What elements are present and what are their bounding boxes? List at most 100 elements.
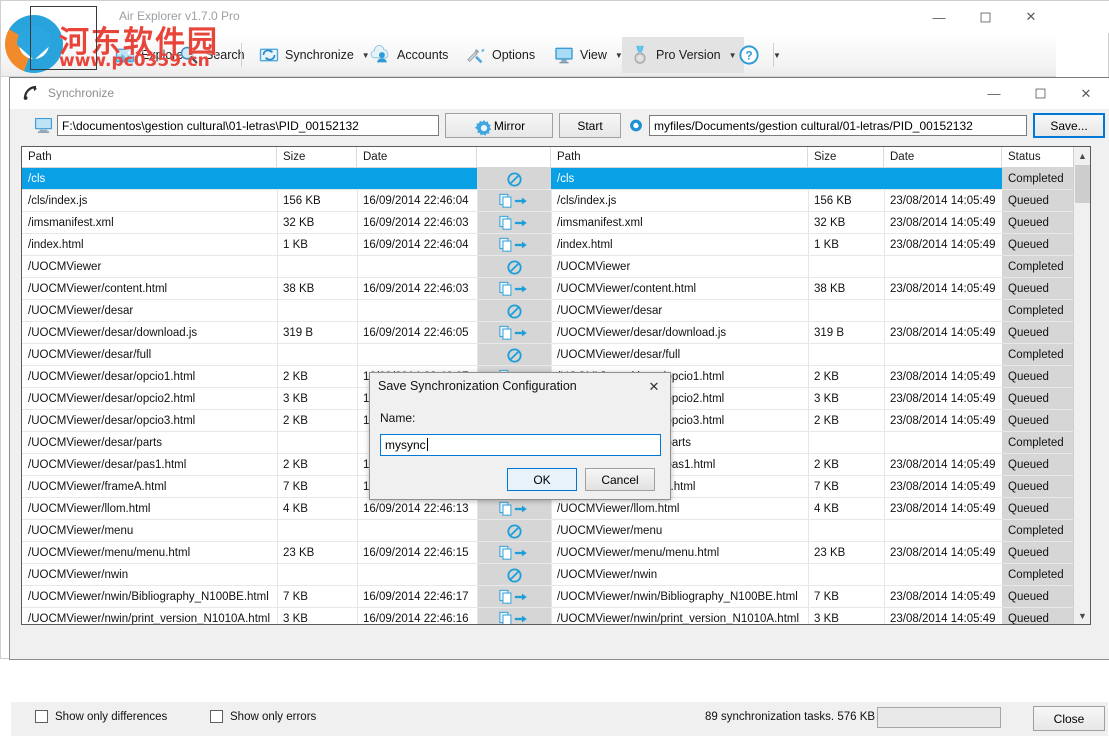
cell-left-size: 319 B [277,322,357,344]
close-button[interactable]: Close [1033,706,1105,731]
column-divider [357,586,358,608]
right-path-input[interactable]: myfiles/Documents/gestion cultural/01-le… [649,115,1027,136]
table-row[interactable]: /UOCMViewer/llom.html4 KB16/09/2014 22:4… [22,498,1073,520]
column-divider [551,234,552,256]
configuration-name-input[interactable]: mysync [380,434,661,456]
action-skip-icon[interactable] [477,344,551,366]
action-skip-icon[interactable] [477,300,551,322]
action-skip-icon[interactable] [477,564,551,586]
ribbon-button-view[interactable]: View ▼ [546,37,630,73]
action-copy-icon[interactable] [477,212,551,234]
action-copy-icon[interactable] [477,190,551,212]
action-copy-icon[interactable] [477,608,551,625]
block-icon [507,524,522,539]
table-row[interactable]: /index.html1 KB16/09/2014 22:46:04/index… [22,234,1073,256]
cell-right-date: 23/08/2014 14:05:49 [884,586,1002,608]
column-divider [808,564,809,586]
table-row[interactable]: /UOCMViewer/menu/menu.html23 KB16/09/201… [22,542,1073,564]
status-badge: Completed [1002,432,1073,454]
app-maximize-button[interactable] [962,1,1008,33]
left-path-input[interactable]: F:\documentos\gestion cultural\01-letras… [57,115,439,136]
table-row[interactable]: /UOCMViewer/nwin/UOCMViewer/nwinComplete… [22,564,1073,586]
column-divider [808,476,809,498]
dialog-ok-button[interactable]: OK [507,468,577,491]
show-only-errors-checkbox[interactable]: Show only errors [210,710,316,723]
action-copy-icon[interactable] [477,542,551,564]
scrollbar-thumb[interactable] [1075,165,1091,203]
column-divider [884,520,885,542]
column-header-action[interactable] [477,147,551,167]
cell-left-size: 156 KB [277,190,357,212]
medal-icon [629,44,651,66]
table-row[interactable]: /UOCMViewer/content.html38 KB16/09/2014 … [22,278,1073,300]
sync-maximize-button[interactable] [1017,78,1063,109]
scroll-down-icon[interactable]: ▼ [1074,607,1091,624]
column-header-right-date[interactable]: Date [884,147,1002,167]
column-divider [477,586,478,608]
column-divider [884,432,885,454]
ribbon-button-pro-version[interactable]: Pro Version ▼ [622,37,744,73]
ribbon-button-accounts[interactable]: Accounts [363,37,455,73]
column-divider [357,498,358,520]
action-copy-icon[interactable] [477,498,551,520]
column-divider [808,498,809,520]
table-row[interactable]: /UOCMViewer/menu/UOCMViewer/menuComplete… [22,520,1073,542]
column-divider [357,234,358,256]
column-divider [357,322,358,344]
copy-arrow-icon [499,193,529,209]
column-divider [277,542,278,564]
sync-close-button[interactable]: ✕ [1063,78,1109,109]
table-vertical-scrollbar[interactable]: ▲ ▼ [1073,147,1090,624]
table-row[interactable]: /UOCMViewer/nwin/print_version_N1010A.ht… [22,608,1073,625]
action-copy-icon[interactable] [477,234,551,256]
table-row[interactable]: /UOCMViewer/nwin/Bibliography_N100BE.htm… [22,586,1073,608]
cell-right-date: 23/08/2014 14:05:49 [884,366,1002,388]
action-copy-icon[interactable] [477,278,551,300]
column-header-left-path[interactable]: Path [22,147,277,167]
table-row[interactable]: /UOCMViewer/desar/download.js319 B16/09/… [22,322,1073,344]
app-minimize-button[interactable]: — [916,1,962,33]
cell-right-size: 3 KB [808,608,884,625]
ribbon-button-synchronize[interactable]: Synchronize ▼ [251,37,377,73]
action-copy-icon[interactable] [477,586,551,608]
cell-left-path: /UOCMViewer/nwin/Bibliography_N100BE.htm… [22,586,277,608]
column-header-left-size[interactable]: Size [277,147,357,167]
column-divider [277,234,278,256]
save-button[interactable]: Save... [1033,113,1105,138]
sync-minimize-button[interactable]: — [971,78,1017,109]
scroll-up-icon[interactable]: ▲ [1074,147,1091,164]
table-row[interactable]: /UOCMViewer/desar/full/UOCMViewer/desar/… [22,344,1073,366]
table-header-row: Path Size Date Path Size Date Status [22,147,1073,168]
copy-arrow-icon [499,215,529,231]
table-row[interactable]: /imsmanifest.xml32 KB16/09/2014 22:46:03… [22,212,1073,234]
ribbon-button-search[interactable]: Search [171,37,252,73]
ribbon-button-help[interactable]: ? ▼ [731,37,788,73]
dialog-close-button[interactable]: ✕ [638,373,670,400]
column-header-status[interactable]: Status [1002,147,1073,167]
cell-left-size: 2 KB [277,410,357,432]
column-header-right-path[interactable]: Path [551,147,808,167]
cell-right-path: /cls/index.js [551,190,808,212]
column-divider [477,564,478,586]
app-close-button[interactable]: ✕ [1008,1,1054,33]
action-skip-icon[interactable] [477,168,551,190]
cell-left-date: 16/09/2014 22:46:03 [357,212,477,234]
table-row[interactable]: /UOCMViewer/desar/UOCMViewer/desarComple… [22,300,1073,322]
action-skip-icon[interactable] [477,256,551,278]
ribbon-button-options[interactable]: Options [458,37,542,73]
cell-right-date: 23/08/2014 14:05:49 [884,454,1002,476]
table-row[interactable]: /UOCMViewer/UOCMViewerCompleted [22,256,1073,278]
action-skip-icon[interactable] [477,520,551,542]
mirror-button[interactable]: Mirror [445,113,553,138]
table-row[interactable]: /cls/index.js156 KB16/09/2014 22:46:04/c… [22,190,1073,212]
table-row[interactable]: /cls/clsCompleted [22,168,1073,190]
show-only-differences-checkbox[interactable]: Show only differences [35,710,167,723]
cell-left-date [357,344,477,366]
action-copy-icon[interactable] [477,322,551,344]
column-divider [551,212,552,234]
cell-left-date: 16/09/2014 22:46:04 [357,190,477,212]
column-header-left-date[interactable]: Date [357,147,477,167]
start-button[interactable]: Start [559,113,621,138]
column-header-right-size[interactable]: Size [808,147,884,167]
dialog-cancel-button[interactable]: Cancel [585,468,655,491]
